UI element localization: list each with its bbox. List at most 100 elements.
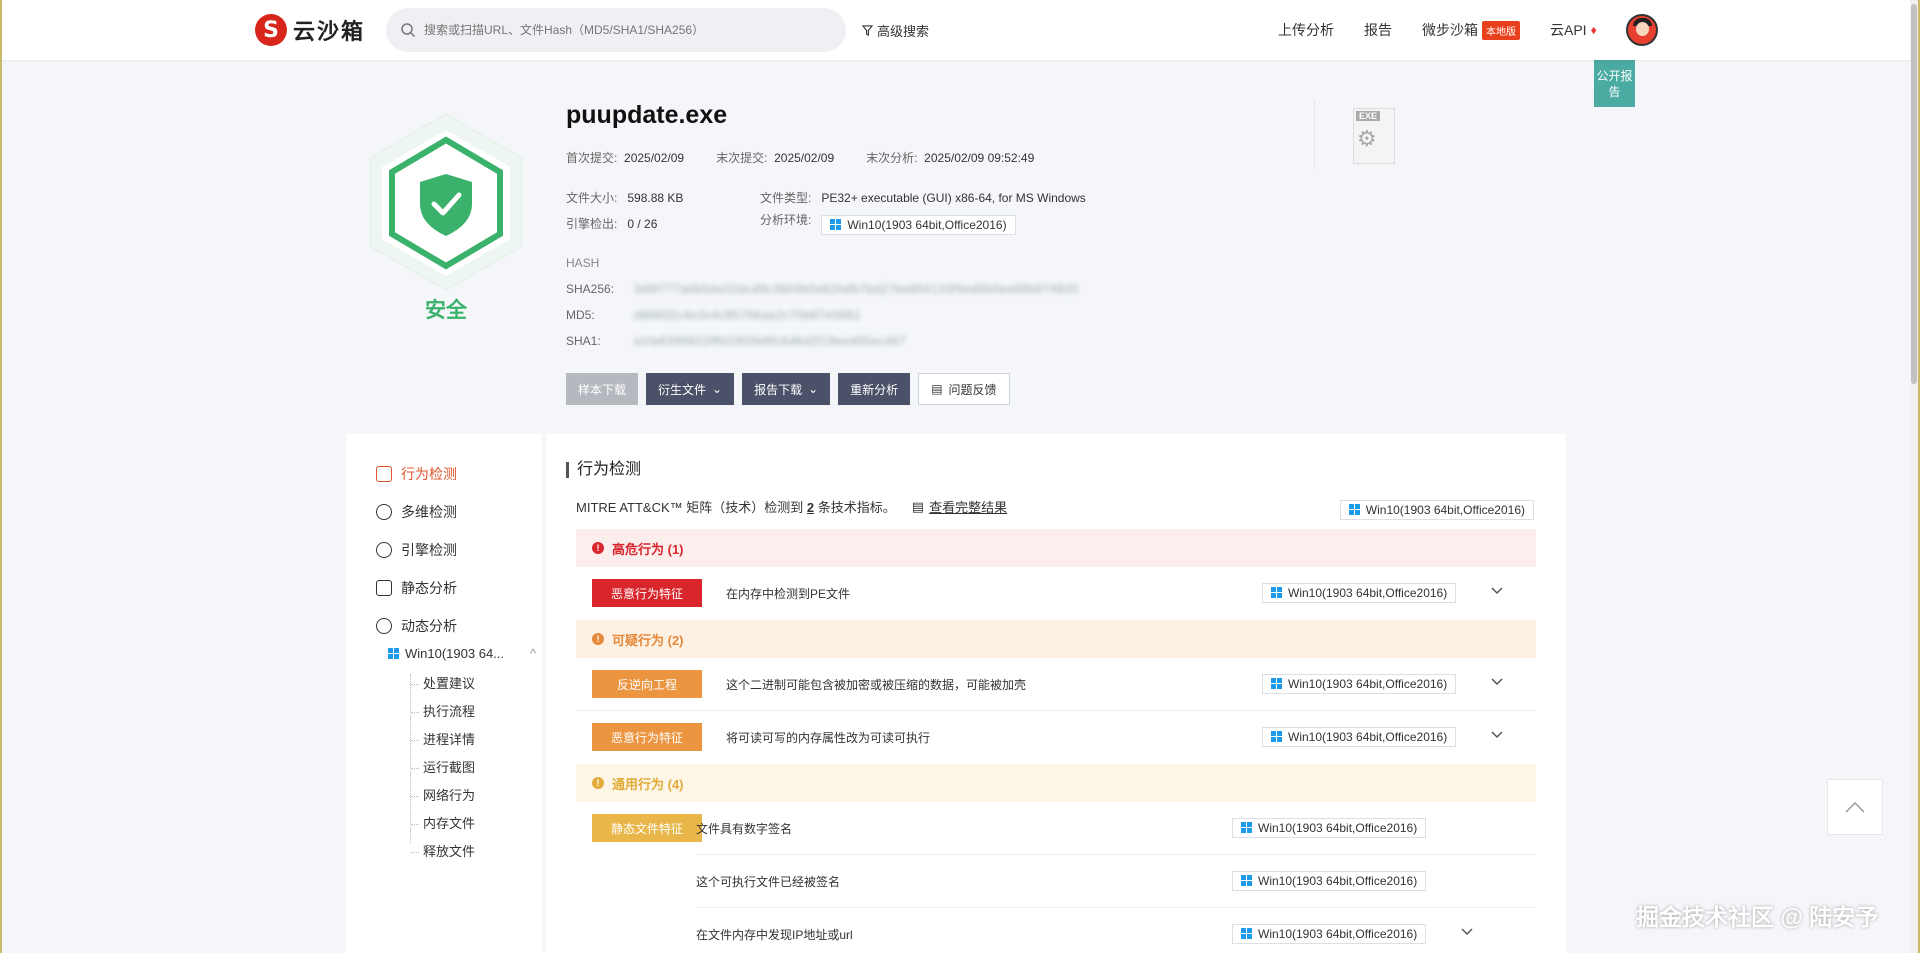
behavior-row[interactable]: 在文件内存中发现IP地址或url Win10(1903 64bit,Office… [696, 908, 1536, 953]
subnav-item[interactable]: 进程详情 [411, 730, 475, 758]
env-tag: Win10(1903 64bit,Office2016) [1232, 923, 1427, 944]
subnav-item[interactable]: 执行流程 [411, 702, 475, 730]
engine-icon [376, 542, 392, 558]
last-submit-label: 末次提交: [716, 151, 768, 165]
mitre-suffix: 条技术指标。 [817, 500, 896, 515]
sidebar-item-behavior[interactable]: 行为检测 [376, 464, 457, 484]
chevron-down-icon[interactable] [1490, 583, 1504, 597]
nav-sandbox[interactable]: 微步沙箱 本地版 [1422, 20, 1520, 40]
sha256-row: SHA256: 3d8f777a0b5da32dcd9c3804b0a82fafb… [566, 282, 1078, 296]
alert-icon: ! [592, 777, 604, 789]
sidebar-item-label: 动态分析 [401, 618, 457, 634]
full-result-link[interactable]: 查看完整结果 [929, 497, 1007, 516]
search-input[interactable] [424, 23, 824, 37]
group-label: 高危行为 (1) [612, 541, 684, 557]
last-submit-value: 2025/02/09 [774, 151, 835, 165]
chevron-up-icon [1845, 801, 1865, 813]
nav-report[interactable]: 报告 [1364, 20, 1392, 40]
env-tag: Win10(1903 64bit,Office2016) [1339, 499, 1534, 520]
chevron-down-icon[interactable] [1490, 727, 1504, 741]
env-tag: Win10(1903 64bit,Office2016) [821, 214, 1016, 235]
sidebar-item-label: 引擎检测 [401, 542, 457, 558]
feedback-button[interactable]: ▤ 问题反馈 [918, 373, 1010, 405]
section-title: 行为检测 [566, 462, 641, 478]
env-tag: Win10(1903 64bit,Office2016) [1262, 582, 1457, 603]
behavior-desc: 在内存中检测到PE文件 [726, 587, 851, 601]
vertical-scrollbar[interactable] [1910, 0, 1918, 953]
scrollbar-thumb[interactable] [1911, 4, 1917, 384]
behavior-row[interactable]: 反逆向工程 这个二进制可能包含被加密或被压缩的数据，可能被加壳 Win10(19… [576, 658, 1536, 711]
windows-icon [1271, 587, 1282, 598]
sidebar-env-label: Win10(1903 64... [405, 646, 505, 661]
subnav-item[interactable]: 网络行为 [411, 786, 475, 814]
env-tag-label: Win10(1903 64bit,Office2016) [1288, 585, 1448, 600]
sidebar-env-toggle[interactable]: Win10(1903 64... ^ [388, 646, 536, 661]
env-label: 分析环境: [760, 213, 812, 227]
back-to-top-button[interactable] [1827, 779, 1883, 835]
behavior-desc: 这个可执行文件已经被签名 [696, 875, 841, 889]
behavior-tag: 恶意行为特征 [592, 579, 702, 607]
subnav-item[interactable]: 运行截图 [411, 758, 475, 786]
watermark: 掘金技术社区 @ 陆安予 [1636, 904, 1879, 930]
env-tag-label: Win10(1903 64bit,Office2016) [1288, 729, 1448, 744]
windows-icon [1241, 928, 1252, 939]
sha1-row: SHA1: a1fa6399922fffd1900b8fc6d6d2f19eed0… [566, 334, 906, 348]
filter-icon [862, 25, 873, 36]
sha256-value: 3d8f777a0b5da32dcd9c3804b0a82fafb7bd27ba… [634, 282, 1079, 296]
last-analysis-label: 末次分析: [866, 151, 918, 165]
group-high-risk[interactable]: ! 高危行为 (1) [576, 529, 1536, 567]
chevron-down-icon[interactable] [1490, 674, 1504, 688]
sidebar-item-multidim[interactable]: 多维检测 [376, 502, 457, 522]
behavior-row[interactable]: 恶意行为特征 在内存中检测到PE文件 Win10(1903 64bit,Offi… [576, 567, 1536, 620]
file-size-value: 598.88 KB [627, 191, 684, 205]
static-icon [376, 580, 392, 596]
behavior-row[interactable]: 静态文件特征 文件具有数字签名 Win10(1903 64bit,Office2… [592, 802, 1536, 855]
env-tag-label: Win10(1903 64bit,Office2016) [847, 217, 1007, 232]
advanced-search-link[interactable]: 高级搜索 [862, 21, 929, 40]
subnav-item[interactable]: 释放文件 [411, 842, 475, 870]
top-nav: 上传分析 报告 微步沙箱 本地版 云API ♦ [1278, 20, 1597, 40]
reanalyze-button[interactable]: 重新分析 [838, 373, 911, 405]
env-filter[interactable]: Win10(1903 64bit,Office2016) [1339, 498, 1534, 520]
report-download-label: 报告下载 [754, 382, 803, 397]
gear-icon: ⚙ [1357, 126, 1377, 151]
sidebar-item-dynamic[interactable]: 动态分析 [376, 616, 457, 636]
sample-download-button[interactable]: 样本下载 [566, 373, 639, 405]
nav-api[interactable]: 云API ♦ [1550, 20, 1597, 40]
env-tag-label: Win10(1903 64bit,Office2016) [1258, 926, 1418, 941]
engine-detect-label: 引擎检出: [566, 217, 618, 231]
chevron-down-icon[interactable] [1460, 924, 1474, 938]
group-general[interactable]: ! 通用行为 (4) [576, 764, 1536, 802]
chevron-down-icon: ⌄ [808, 382, 819, 396]
chevron-down-icon: ⌄ [712, 382, 723, 396]
windows-icon [1241, 875, 1252, 886]
md5-label: MD5: [566, 308, 595, 322]
first-submit-label: 首次提交: [566, 151, 618, 165]
behavior-row[interactable]: 这个可执行文件已经被签名 Win10(1903 64bit,Office2016… [696, 855, 1536, 908]
multidim-icon [376, 504, 392, 520]
sidebar-item-engine[interactable]: 引擎检测 [376, 540, 457, 560]
mitre-count[interactable]: 2 [807, 500, 814, 515]
last-analysis-value: 2025/02/09 09:52:49 [924, 151, 1035, 165]
public-report-button[interactable]: 公开报告 [1594, 60, 1635, 107]
action-bar: 样本下载 衍生文件 ⌄ 报告下载 ⌄ 重新分析 ▤ 问题反馈 [566, 373, 1010, 405]
logo[interactable]: S 云沙箱 [255, 14, 365, 46]
dynamic-icon [376, 618, 392, 634]
md5-value: d88602c4e3c4c95756aa2c70b87e0661 [634, 308, 861, 322]
nav-upload[interactable]: 上传分析 [1278, 20, 1334, 40]
exe-file-icon: EXE ⚙ [1314, 100, 1395, 170]
subnav-item[interactable]: 内存文件 [411, 814, 475, 842]
behavior-desc: 这个二进制可能包含被加密或被压缩的数据，可能被加壳 [726, 678, 1027, 692]
avatar[interactable] [1626, 14, 1658, 46]
sidebar-item-static[interactable]: 静态分析 [376, 578, 457, 598]
group-suspicious[interactable]: ! 可疑行为 (2) [576, 620, 1536, 658]
env-tag: Win10(1903 64bit,Office2016) [1232, 817, 1427, 838]
subnav-item[interactable]: 处置建议 [411, 674, 475, 702]
behavior-tag: 静态文件特征 [592, 814, 702, 842]
behavior-tag: 恶意行为特征 [592, 723, 702, 751]
search-bar[interactable] [386, 8, 846, 52]
derived-files-button[interactable]: 衍生文件 ⌄ [646, 373, 735, 405]
report-download-button[interactable]: 报告下载 ⌄ [742, 373, 831, 405]
behavior-row[interactable]: 恶意行为特征 将可读可写的内存属性改为可读可执行 Win10(1903 64bi… [576, 711, 1536, 764]
env-tag: Win10(1903 64bit,Office2016) [1262, 673, 1457, 694]
